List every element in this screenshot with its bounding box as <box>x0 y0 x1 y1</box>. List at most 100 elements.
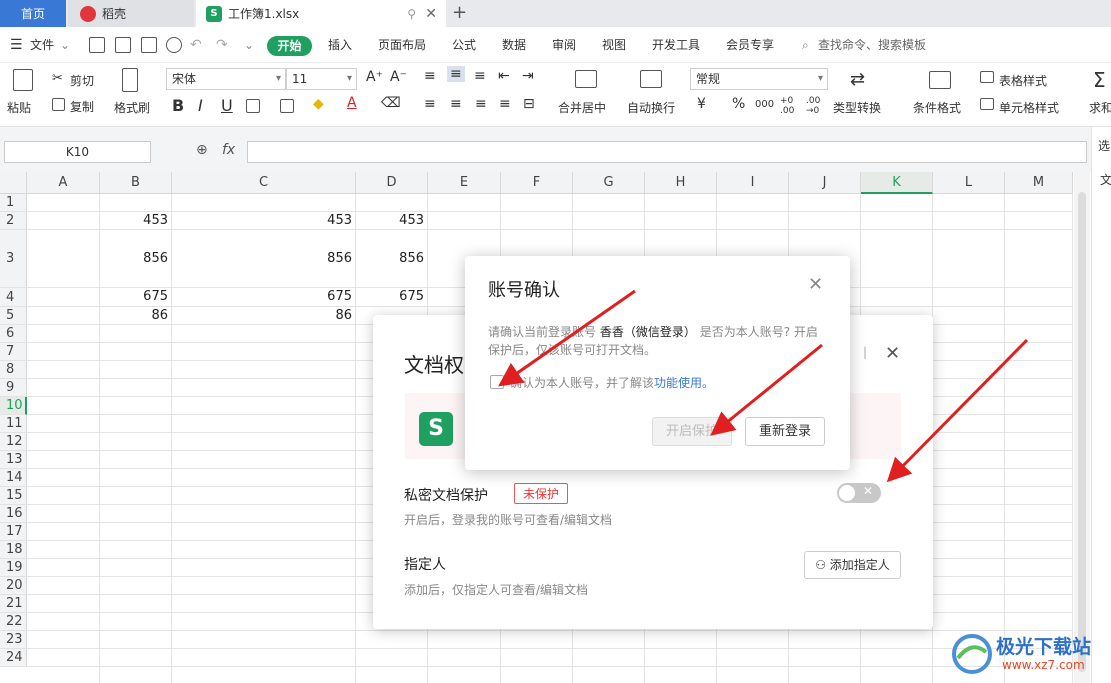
close-icon[interactable]: ✕ <box>808 274 823 295</box>
menu-data[interactable]: 数据 <box>502 27 526 63</box>
row-header-3[interactable]: 3 <box>0 230 27 288</box>
distributed-icon[interactable]: ⊟ <box>523 96 535 112</box>
font-shrink-icon[interactable]: A⁻ <box>390 69 407 85</box>
cell-r3-2[interactable]: 856 <box>354 251 424 266</box>
underline-button[interactable]: U <box>221 96 233 115</box>
search-command[interactable]: 查找命令、搜索模板 <box>818 27 926 63</box>
zoom-icon[interactable]: ⊕ <box>196 142 208 158</box>
decimal-decrease-icon[interactable]: .00 →0 <box>806 96 820 116</box>
hamburger-icon[interactable]: ☰ <box>10 27 23 63</box>
side-panel-label[interactable]: 选 <box>1098 137 1110 154</box>
column-header-e[interactable]: E <box>428 172 501 194</box>
align-center-icon[interactable]: ≡ <box>450 96 462 112</box>
paste-button[interactable]: 粘贴 <box>7 99 31 116</box>
row-header-20[interactable]: 20 <box>0 577 27 595</box>
column-header-d[interactable]: D <box>356 172 428 194</box>
cell-r3-0[interactable]: 856 <box>98 251 168 266</box>
row-header-1[interactable]: 1 <box>0 194 27 212</box>
indent-decrease-icon[interactable]: ⇤ <box>498 68 510 84</box>
row-header-16[interactable]: 16 <box>0 505 27 523</box>
cell-r3-1[interactable]: 856 <box>282 251 352 266</box>
print-icon[interactable] <box>141 37 157 53</box>
cell-r2-0[interactable]: 453 <box>98 213 168 228</box>
preview-icon[interactable] <box>166 37 182 53</box>
row-header-6[interactable]: 6 <box>0 325 27 343</box>
chevron-down-icon[interactable]: ⌄ <box>60 27 70 63</box>
row-header-21[interactable]: 21 <box>0 595 27 613</box>
italic-button[interactable]: I <box>198 96 203 115</box>
menu-page-layout[interactable]: 页面布局 <box>378 27 426 63</box>
close-tab-icon[interactable]: ✕ <box>425 6 437 22</box>
table-style-button[interactable]: 表格样式 <box>999 72 1047 89</box>
tab-workbook[interactable]: S 工作簿1.xlsx ⚲ ✕ <box>196 0 446 27</box>
menu-review[interactable]: 审阅 <box>552 27 576 63</box>
row-header-12[interactable]: 12 <box>0 433 27 451</box>
row-header-2[interactable]: 2 <box>0 212 27 230</box>
menu-file[interactable]: 文件 <box>30 27 54 63</box>
thousands-icon[interactable]: 000 <box>755 99 774 110</box>
format-painter-button[interactable]: 格式刷 <box>114 99 150 116</box>
relogin-button[interactable]: 重新登录 <box>745 417 825 446</box>
cell-r2-2[interactable]: 453 <box>354 213 424 228</box>
row-header-15[interactable]: 15 <box>0 487 27 505</box>
menu-formula[interactable]: 公式 <box>452 27 476 63</box>
align-top-icon[interactable]: ≡ <box>424 68 436 84</box>
column-header-f[interactable]: F <box>501 172 573 194</box>
row-header-4[interactable]: 4 <box>0 288 27 307</box>
decimal-increase-icon[interactable]: +0.00 <box>780 96 794 116</box>
sum-button[interactable]: 求和 <box>1089 99 1111 116</box>
private-protect-toggle[interactable]: ✕ <box>837 483 881 503</box>
column-header-a[interactable]: A <box>27 172 100 194</box>
row-header-19[interactable]: 19 <box>0 559 27 577</box>
cell-r4-2[interactable]: 675 <box>354 289 424 304</box>
quick-access-chevron-icon[interactable]: ⌄ <box>244 27 254 63</box>
number-format-select[interactable]: 常规 <box>690 68 828 90</box>
cell-r4-1[interactable]: 675 <box>282 289 352 304</box>
align-bottom-icon[interactable]: ≡ <box>474 68 486 84</box>
tab-daoke[interactable]: 稻壳 <box>68 0 194 27</box>
column-header-c[interactable]: C <box>172 172 356 194</box>
column-header-g[interactable]: G <box>573 172 645 194</box>
copy-button[interactable]: 复制 <box>70 98 94 115</box>
menu-insert[interactable]: 插入 <box>328 27 352 63</box>
row-header-9[interactable]: 9 <box>0 379 27 397</box>
formula-input[interactable] <box>247 141 1087 163</box>
column-header-m[interactable]: M <box>1005 172 1073 194</box>
align-middle-icon[interactable]: ≡ <box>447 66 465 82</box>
column-header-h[interactable]: H <box>645 172 717 194</box>
column-header-l[interactable]: L <box>933 172 1005 194</box>
merge-center-button[interactable]: 合并居中 <box>558 99 606 116</box>
menu-member[interactable]: 会员专享 <box>726 27 774 63</box>
cell-r5-1[interactable]: 86 <box>282 308 352 323</box>
select-all-corner[interactable] <box>0 172 27 194</box>
currency-button[interactable]: ¥ <box>697 96 706 112</box>
search-icon[interactable]: ⌕ <box>802 27 809 63</box>
align-left-icon[interactable]: ≡ <box>424 96 436 112</box>
redo-icon[interactable]: ↷ <box>216 27 228 63</box>
font-name-select[interactable]: 宋体 <box>166 68 286 90</box>
row-header-11[interactable]: 11 <box>0 415 27 433</box>
row-header-13[interactable]: 13 <box>0 451 27 469</box>
cell-style-button[interactable]: 单元格样式 <box>999 99 1059 116</box>
row-header-23[interactable]: 23 <box>0 631 27 649</box>
cell-r4-0[interactable]: 675 <box>98 289 168 304</box>
fill-pattern-icon[interactable] <box>280 99 294 113</box>
row-header-17[interactable]: 17 <box>0 523 27 541</box>
row-header-18[interactable]: 18 <box>0 541 27 559</box>
cut-button[interactable]: 剪切 <box>70 72 94 89</box>
enable-protection-button[interactable]: 开启保护 <box>652 417 732 446</box>
pin-icon[interactable]: ⚲ <box>407 7 416 21</box>
row-header-22[interactable]: 22 <box>0 613 27 631</box>
wrap-text-button[interactable]: 自动换行 <box>627 99 675 116</box>
type-convert-button[interactable]: 类型转换 <box>833 99 881 116</box>
clear-format-icon[interactable]: ⌫ <box>381 95 401 111</box>
conditional-format-button[interactable]: 条件格式 <box>913 99 961 116</box>
menu-dev-tools[interactable]: 开发工具 <box>652 27 700 63</box>
row-header-5[interactable]: 5 <box>0 307 27 325</box>
fill-color-icon[interactable]: ◆ <box>313 96 324 112</box>
font-size-select[interactable]: 11 <box>286 68 357 90</box>
close-icon[interactable]: ✕ <box>885 343 900 364</box>
bold-button[interactable]: B <box>172 96 184 115</box>
row-header-7[interactable]: 7 <box>0 343 27 361</box>
side-panel-label-2[interactable]: 文 <box>1100 171 1111 188</box>
